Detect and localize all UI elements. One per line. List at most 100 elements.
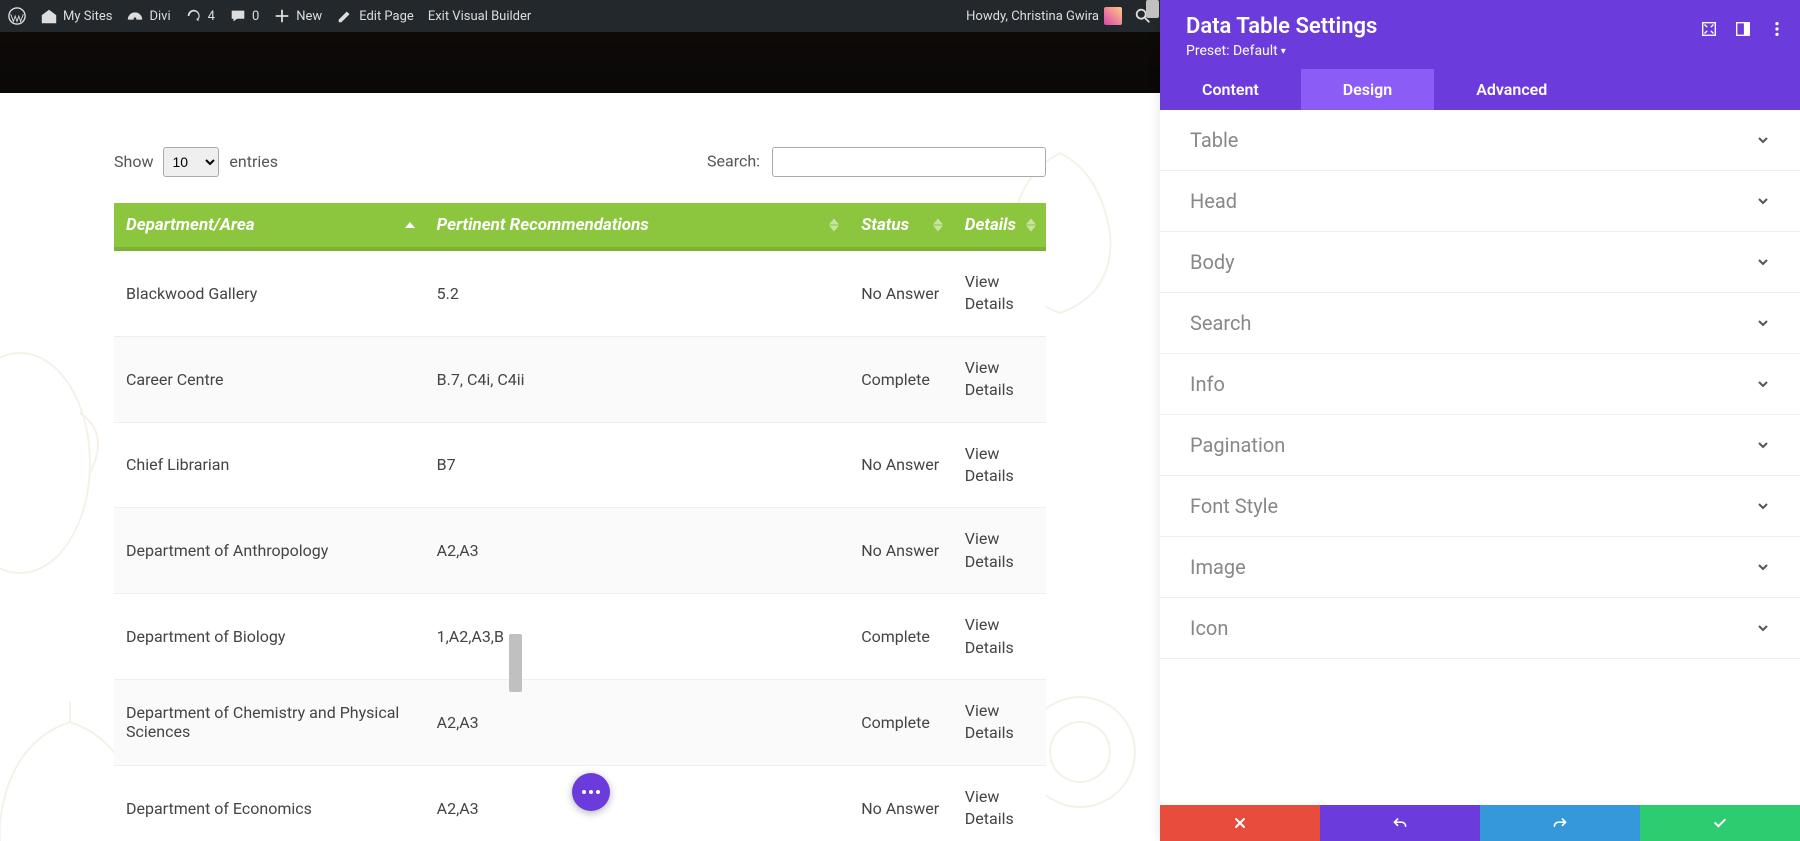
accordion-label: Body (1190, 250, 1235, 274)
cell-details[interactable]: View Details (953, 594, 1046, 680)
search-input[interactable] (772, 147, 1046, 177)
cancel-button[interactable] (1160, 805, 1320, 841)
cell-details[interactable]: View Details (953, 336, 1046, 422)
chevron-down-icon (1756, 133, 1770, 147)
caret-down-icon: ▾ (1281, 46, 1286, 57)
tab-advanced[interactable]: Advanced (1434, 69, 1589, 110)
col-header-department[interactable]: Department/Area (114, 203, 425, 249)
entries-select[interactable]: 10 (163, 147, 219, 177)
dots-icon (582, 790, 600, 794)
cell-status: Complete (849, 336, 953, 422)
preset-label: Preset: Default (1186, 43, 1278, 59)
accordion-section-table[interactable]: Table (1160, 110, 1800, 171)
col-label: Department/Area (126, 215, 255, 235)
col-label: Details (965, 215, 1016, 235)
cell-details[interactable]: View Details (953, 508, 1046, 594)
col-label: Pertinent Recommendations (437, 215, 649, 235)
scrollbar-indicator-top[interactable] (1146, 0, 1159, 18)
scrollbar-indicator-side[interactable] (509, 634, 522, 692)
cell-status: Complete (849, 594, 953, 680)
col-header-recommendations[interactable]: Pertinent Recommendations (425, 203, 850, 249)
pencil-icon (336, 7, 354, 25)
table-row: Blackwood Gallery5.2No AnswerView Detail… (114, 249, 1046, 336)
cell-department: Career Centre (114, 336, 425, 422)
panel-footer (1160, 805, 1800, 841)
cell-status: No Answer (849, 765, 953, 841)
wp-admin-bar: My Sites Divi 4 (0, 0, 1160, 32)
sort-icon (829, 219, 839, 232)
edit-page-label: Edit Page (359, 9, 414, 24)
cell-department: Department of Chemistry and Physical Sci… (114, 679, 425, 765)
panel-body: TableHead Body Search Info Pagination Font St… (1160, 110, 1800, 805)
sort-icon (933, 219, 943, 232)
settings-panel: Data Table Settings Preset: Default ▾ Co… (1160, 0, 1800, 841)
chevron-down-icon (1756, 316, 1770, 330)
redo-button[interactable] (1480, 805, 1640, 841)
chevron-down-icon (1756, 438, 1770, 452)
cell-recommendations: A2,A3 (425, 679, 850, 765)
accordion-label: Info (1190, 372, 1225, 396)
cell-details[interactable]: View Details (953, 765, 1046, 841)
edit-page-link[interactable]: Edit Page (336, 7, 414, 25)
search-label: Search: (707, 152, 760, 171)
accordion-section-icon[interactable]: Icon (1160, 598, 1800, 659)
cell-details[interactable]: View Details (953, 249, 1046, 336)
wp-logo-menu[interactable] (8, 7, 26, 25)
new-label: New (296, 9, 322, 24)
cell-status: Complete (849, 679, 953, 765)
accordion-section-pagination[interactable]: Pagination (1160, 415, 1800, 476)
updates-link[interactable]: 4 (185, 7, 215, 25)
cell-details[interactable]: View Details (953, 422, 1046, 508)
howdy-user[interactable]: Howdy, Christina Gwira (966, 7, 1122, 25)
chevron-down-icon (1756, 194, 1770, 208)
accordion-section-body[interactable]: Body (1160, 232, 1800, 293)
accordion-section-search[interactable]: Search (1160, 293, 1800, 354)
snap-icon[interactable] (1734, 20, 1752, 38)
accordion-label: Pagination (1190, 433, 1285, 457)
my-sites-link[interactable]: My Sites (40, 7, 112, 25)
cell-department: Department of Economics (114, 765, 425, 841)
accordion-section-info[interactable]: Info (1160, 354, 1800, 415)
cell-department: Blackwood Gallery (114, 249, 425, 336)
chevron-down-icon (1756, 499, 1770, 513)
exit-visual-builder-link[interactable]: Exit Visual Builder (428, 9, 531, 24)
show-label: Show (114, 152, 153, 171)
table-row: Department of AnthropologyA2,A3No Answer… (114, 508, 1046, 594)
module-settings-fab[interactable] (572, 773, 610, 811)
panel-title: Data Table Settings (1186, 14, 1774, 39)
comments-link[interactable]: 0 (229, 7, 259, 25)
data-table: Department/Area Pertinent Recommendation… (114, 203, 1046, 841)
accordion-section-head[interactable]: Head (1160, 171, 1800, 232)
accordion-label: Image (1190, 555, 1246, 579)
panel-tabs: Content Design Advanced (1160, 69, 1800, 110)
cell-status: No Answer (849, 508, 953, 594)
cell-status: No Answer (849, 249, 953, 336)
chevron-down-icon (1756, 377, 1770, 391)
col-header-status[interactable]: Status (849, 203, 953, 249)
undo-button[interactable] (1320, 805, 1480, 841)
tab-design[interactable]: Design (1301, 69, 1434, 110)
comments-count: 0 (252, 9, 259, 24)
chevron-down-icon (1756, 560, 1770, 574)
cell-recommendations: A2,A3 (425, 508, 850, 594)
expand-icon[interactable] (1700, 20, 1718, 38)
cell-recommendations: B7 (425, 422, 850, 508)
cell-department: Department of Biology (114, 594, 425, 680)
cell-details[interactable]: View Details (953, 679, 1046, 765)
divi-label: Divi (149, 9, 170, 24)
update-icon (185, 7, 203, 25)
accordion-section-image[interactable]: Image (1160, 537, 1800, 598)
sites-icon (40, 7, 58, 25)
entries-label: entries (229, 152, 278, 171)
new-link[interactable]: New (273, 7, 322, 25)
cell-department: Department of Anthropology (114, 508, 425, 594)
accordion-section-font-style[interactable]: Font Style (1160, 476, 1800, 537)
tab-content[interactable]: Content (1160, 69, 1301, 110)
more-icon[interactable] (1768, 20, 1786, 38)
cell-recommendations: 1,A2,A3,B (425, 594, 850, 680)
save-button[interactable] (1640, 805, 1800, 841)
preset-dropdown[interactable]: Preset: Default ▾ (1186, 43, 1774, 59)
col-header-details[interactable]: Details (953, 203, 1046, 249)
plus-icon (273, 7, 291, 25)
divi-link[interactable]: Divi (126, 7, 170, 25)
